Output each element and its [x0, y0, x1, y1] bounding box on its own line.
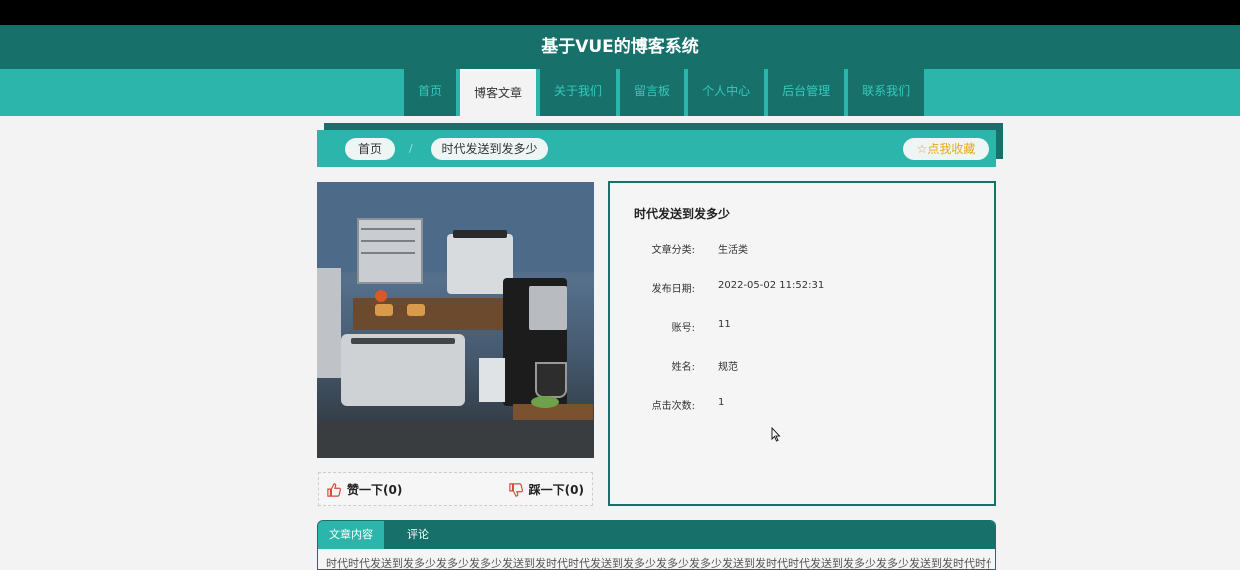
article-tabs: 文章内容 评论 时代时代发送到发多少发多少发多少发送到发时代时代发送到发多少发多… [317, 520, 996, 570]
dislike-button[interactable]: 踩一下(0) [508, 473, 584, 507]
window-top-bar [0, 0, 1240, 25]
click-count-value: 1 [718, 397, 725, 408]
nav-item-contact-us[interactable]: 联系我们 [848, 69, 925, 116]
name-label: 姓名: [671, 362, 695, 373]
breadcrumb: 首页 / 时代发送到发多少 ☆点我收藏 [317, 130, 996, 167]
vote-bar: 赞一下(0) 踩一下(0) [318, 472, 593, 506]
article-image [317, 182, 594, 458]
nav-item-message-board[interactable]: 留言板 [620, 69, 685, 116]
tab-comments[interactable]: 评论 [388, 521, 448, 549]
name-value: 规范 [718, 362, 738, 373]
nav-item-admin[interactable]: 后台管理 [768, 69, 845, 116]
account-label: 账号: [671, 323, 695, 334]
like-label: 赞一下(0) [347, 483, 403, 497]
article-content-text: 时代时代发送到发多少发多少发多少发送到发时代时代发送到发多少发多少发多少发送到发… [326, 557, 991, 570]
thumbs-up-icon [327, 483, 341, 497]
mouse-pointer-icon [771, 426, 781, 445]
category-label: 文章分类: [651, 245, 695, 256]
click-count-label: 点击次数: [651, 401, 695, 412]
main-nav: 首页 博客文章 关于我们 留言板 个人中心 后台管理 联系我们 [404, 69, 925, 116]
nav-item-blog-articles[interactable]: 博客文章 [460, 69, 537, 116]
tab-article-content[interactable]: 文章内容 [318, 521, 384, 549]
nav-item-about-us[interactable]: 关于我们 [540, 69, 617, 116]
category-value: 生活类 [718, 245, 748, 256]
article-info-panel: 时代发送到发多少 文章分类: 生活类 发布日期: 2022-05-02 11:5… [608, 181, 996, 506]
like-button[interactable]: 赞一下(0) [327, 473, 402, 507]
article-title: 时代发送到发多少 [634, 207, 731, 221]
nav-item-personal-center[interactable]: 个人中心 [688, 69, 765, 116]
site-title: 基于VUE的博客系统 [0, 25, 1240, 69]
tab-bar: 文章内容 评论 [318, 521, 995, 549]
publish-date-label: 发布日期: [651, 284, 695, 295]
account-value: 11 [718, 319, 731, 330]
breadcrumb-current[interactable]: 时代发送到发多少 [431, 138, 548, 160]
publish-date-value: 2022-05-02 11:52:31 [718, 280, 825, 291]
thumbs-down-icon [508, 483, 523, 497]
favorite-button[interactable]: ☆点我收藏 [903, 138, 989, 160]
breadcrumb-separator: / [409, 142, 413, 155]
dislike-label: 踩一下(0) [528, 483, 584, 497]
breadcrumb-home-link[interactable]: 首页 [345, 138, 395, 160]
nav-item-home[interactable]: 首页 [404, 69, 457, 116]
